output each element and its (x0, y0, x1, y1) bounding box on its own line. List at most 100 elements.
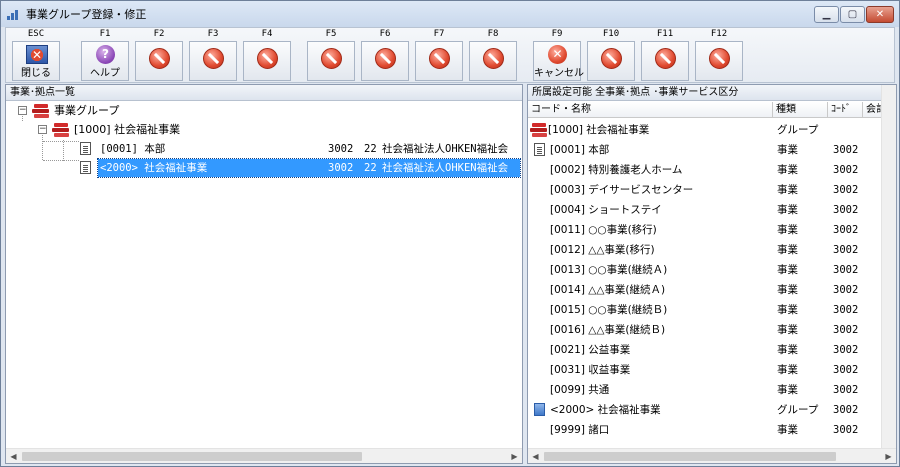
fkey-f3-face[interactable] (189, 41, 237, 81)
assignable-list-header: 所属設定可能 全事業･拠点 ･事業サービス区分 (528, 85, 896, 101)
tree-node-root[interactable]: − 事業グループ (6, 102, 306, 120)
fkey-f11-face[interactable] (641, 41, 689, 81)
list-item[interactable]: [0031] 収益事業事業30022 (528, 361, 881, 379)
fkey-f2-face[interactable] (135, 41, 183, 81)
right-horizontal-scrollbar[interactable]: ◀ ▶ (528, 448, 896, 463)
fkey-f6-label: F6 (379, 29, 391, 39)
list-item[interactable]: [0016] △△事業(継続Ｂ)事業30022 (528, 321, 881, 339)
row-name: [1000] 社会福祉事業 (548, 124, 650, 136)
disabled-icon (601, 48, 622, 69)
scroll-left-icon[interactable]: ◀ (6, 449, 21, 464)
row-name: [0003] デイサービスセンター (550, 184, 694, 196)
scroll-left-icon[interactable]: ◀ (528, 449, 543, 464)
fkey-f3-label: F3 (207, 29, 219, 39)
item-num: 22 (364, 162, 377, 174)
tree-group-label: [1000] 社会福祉事業 (74, 123, 181, 136)
minimize-button[interactable]: ▁ (814, 6, 839, 23)
scroll-right-icon[interactable]: ▶ (507, 449, 522, 464)
row-name: [0011] ○○事業(移行) (550, 224, 657, 236)
fkey-esc-face[interactable]: 閉じる (12, 41, 60, 81)
row-name: [0013] ○○事業(継続Ａ) (550, 264, 668, 276)
column-header-kind[interactable]: 種類 (773, 102, 828, 118)
column-header-code[interactable]: ｺｰﾄﾞ (828, 102, 863, 118)
fkey-f5-face[interactable] (307, 41, 355, 81)
fkey-f12-button[interactable]: F12 (694, 28, 744, 82)
fkey-f5-label: F5 (325, 29, 337, 39)
row-name: [0021] 公益事業 (550, 344, 631, 356)
row-kind: グループ (777, 404, 819, 416)
list-item[interactable]: [0002] 特別養護老人ホーム事業30022 (528, 161, 881, 179)
fkey-f10-button[interactable]: F10 (586, 28, 636, 82)
help-icon: ? (96, 45, 115, 64)
fkey-esc-button[interactable]: ESC 閉じる (11, 28, 61, 82)
tree-node-group[interactable]: − [1000] 社会福祉事業 (6, 121, 306, 139)
list-item[interactable]: [0099] 共通事業30022 (528, 381, 881, 399)
list-item[interactable]: [0015] ○○事業(継続Ｂ)事業30022 (528, 301, 881, 319)
fkey-f6-button[interactable]: F6 (360, 28, 410, 82)
list-item[interactable]: [0021] 公益事業事業30022 (528, 341, 881, 359)
fkey-f11-label: F11 (656, 29, 674, 39)
list-item[interactable]: [0013] ○○事業(継続Ａ)事業30022 (528, 261, 881, 279)
list-item[interactable]: [0012] △△事業(移行)事業30022 (528, 241, 881, 259)
column-header-name[interactable]: コード・名称 (528, 102, 773, 118)
disabled-icon (429, 48, 450, 69)
book-stack-icon (32, 104, 50, 118)
column-header-acct[interactable]: 会計 (863, 102, 881, 118)
tree-node-item-selected[interactable]: <2000> 社会福祉事業 3002 22 社会福祉法人OHKEN福祉会 (6, 158, 521, 178)
list-item[interactable]: [0003] デイサービスセンター事業30022 (528, 181, 881, 199)
row-code: 3002 (833, 184, 859, 196)
left-horizontal-scrollbar[interactable]: ◀ ▶ (6, 448, 522, 463)
disabled-icon (483, 48, 504, 69)
row-name: [0004] ショートステイ (550, 204, 662, 216)
fkey-f1-button[interactable]: F1? ヘルプ (80, 28, 130, 82)
fkey-f4-button[interactable]: F4 (242, 28, 292, 82)
fkey-f2-label: F2 (153, 29, 165, 39)
business-list-panel: 事業･拠点一覧 − 事業グループ − [1000] 社会福祉事業 [0001] … (5, 84, 523, 464)
collapse-toggle-icon[interactable]: − (18, 106, 27, 115)
fkey-f10-face[interactable] (587, 41, 635, 81)
fkey-f5-button[interactable]: F5 (306, 28, 356, 82)
cancel-icon: ✕ (548, 45, 567, 64)
fkey-f9-face[interactable]: ✕ キャンセル (533, 41, 584, 81)
row-name: [0002] 特別養護老人ホーム (550, 164, 683, 176)
row-name: [9999] 諸口 (550, 424, 610, 436)
list-item[interactable]: [0011] ○○事業(移行)事業30022 (528, 221, 881, 239)
right-vertical-scrollbar[interactable] (881, 85, 896, 448)
tree-node-item[interactable]: [0001] 本部 3002 22 社会福祉法人OHKEN福祉会 (6, 140, 520, 158)
fkey-f12-label: F12 (710, 29, 728, 39)
fkey-f6-face[interactable] (361, 41, 409, 81)
list-item[interactable]: [9999] 諸口事業30022 (528, 421, 881, 439)
business-tree: − 事業グループ − [1000] 社会福祉事業 [0001] 本部 3002 (6, 102, 522, 448)
fkey-f3-button[interactable]: F3 (188, 28, 238, 82)
fkey-f4-face[interactable] (243, 41, 291, 81)
disabled-icon (257, 48, 278, 69)
list-item[interactable]: [0014] △△事業(継続Ａ)事業30022 (528, 281, 881, 299)
fkey-f12-face[interactable] (695, 41, 743, 81)
fkey-f8-face[interactable] (469, 41, 517, 81)
fkey-f7-label: F7 (433, 29, 445, 39)
row-code: 3002 (833, 144, 859, 156)
fkey-esc-caption: 閉じる (21, 68, 51, 79)
close-window-button[interactable]: ✕ (866, 6, 894, 23)
scroll-thumb[interactable] (22, 452, 362, 461)
blue-book-icon (534, 403, 545, 416)
fkey-f7-face[interactable] (415, 41, 463, 81)
fkey-f11-button[interactable]: F11 (640, 28, 690, 82)
row-code: 3002 (833, 384, 859, 396)
item-corp: 社会福祉法人OHKEN福祉会 (382, 143, 509, 155)
app-chart-icon (7, 8, 21, 20)
scroll-right-icon[interactable]: ▶ (881, 449, 896, 464)
fkey-f7-button[interactable]: F7 (414, 28, 464, 82)
fkey-f8-button[interactable]: F8 (468, 28, 518, 82)
fkey-f2-button[interactable]: F2 (134, 28, 184, 82)
list-item[interactable]: [0001] 本部事業30022 (528, 141, 881, 159)
maximize-button[interactable]: ▢ (840, 6, 865, 23)
list-item[interactable]: [0004] ショートステイ事業30022 (528, 201, 881, 219)
collapse-toggle-icon[interactable]: − (38, 125, 47, 134)
fkey-f1-face[interactable]: ? ヘルプ (81, 41, 129, 81)
disabled-icon (655, 48, 676, 69)
scroll-thumb[interactable] (544, 452, 836, 461)
list-item[interactable]: [1000] 社会福祉事業 グループ (528, 121, 881, 139)
fkey-f9-button[interactable]: F9 ✕ キャンセル (532, 28, 584, 82)
list-item[interactable]: <2000> 社会福祉事業グループ30022 (528, 401, 881, 419)
